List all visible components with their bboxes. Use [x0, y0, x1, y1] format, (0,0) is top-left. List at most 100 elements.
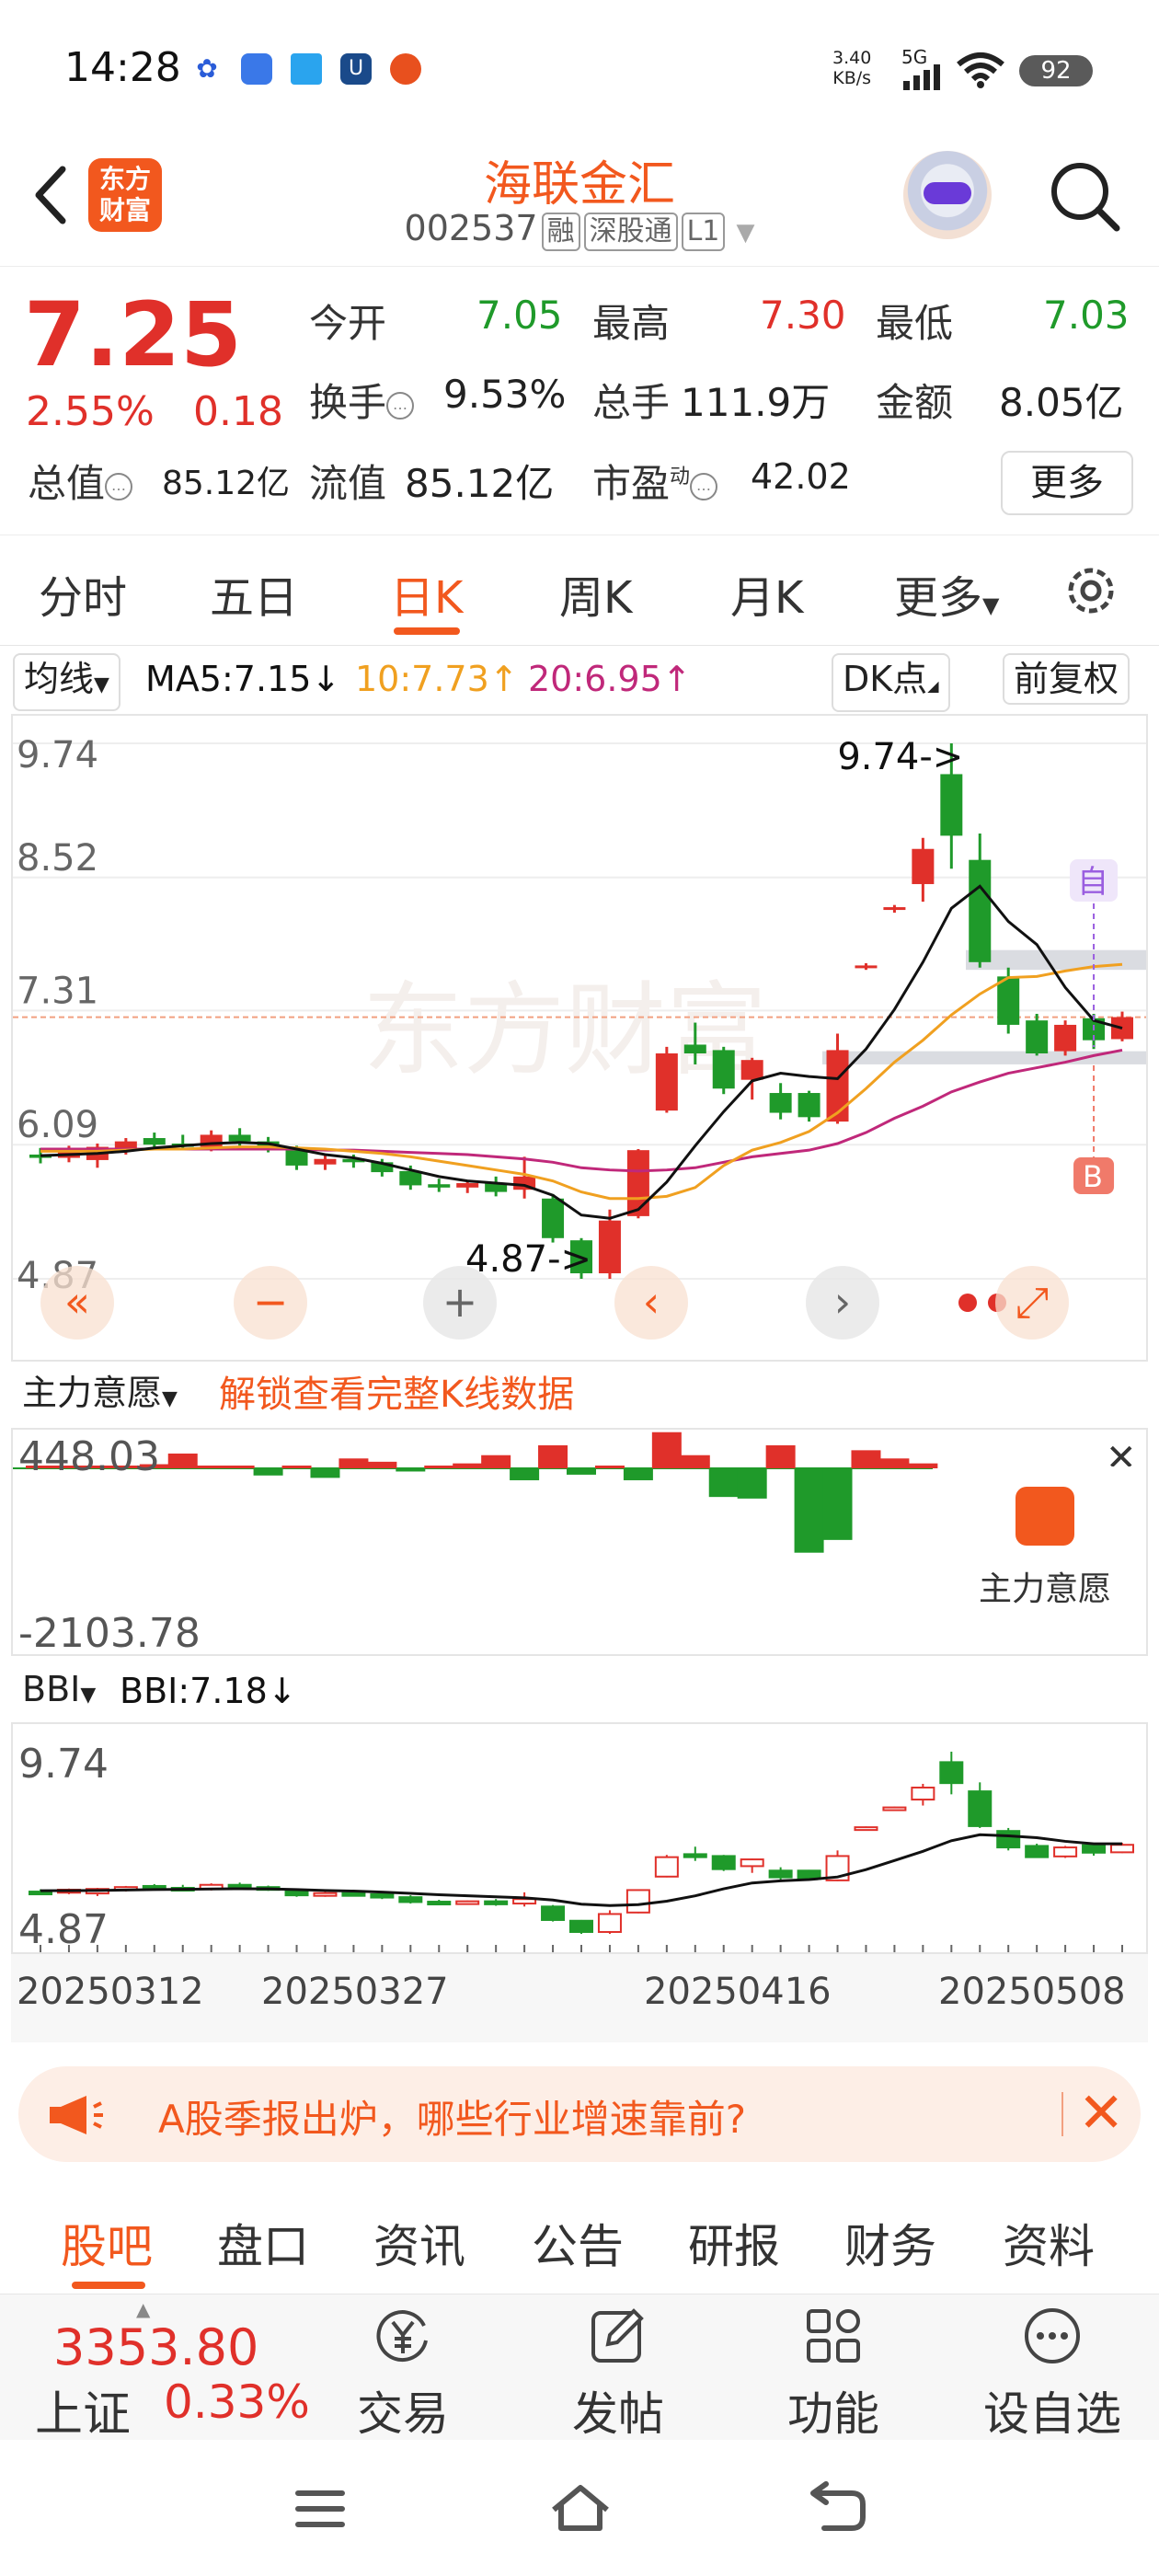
ma5-text: MA5:7.15: [145, 659, 312, 699]
turnover-value: 9.53%: [443, 372, 567, 417]
more-button[interactable]: 更多: [1001, 451, 1133, 515]
home-icon[interactable]: [548, 2480, 613, 2536]
pe-label[interactable]: 市盈动…: [592, 453, 718, 509]
flow-top-value: 448.03: [18, 1433, 160, 1480]
tab-research[interactable]: 研报: [688, 2210, 780, 2276]
flow-bar: [765, 1445, 796, 1468]
net-speed-value: 3.40: [832, 48, 872, 68]
tab-profile[interactable]: 资料: [1003, 2210, 1095, 2276]
dk-label: DK点: [843, 659, 928, 699]
flow-bar: [453, 1463, 483, 1468]
turnover-label[interactable]: 换手…: [309, 372, 415, 428]
bbi-value-text: BBI:7.18: [120, 1671, 268, 1711]
nav-add-watchlist[interactable]: 设自选: [979, 2304, 1126, 2444]
candle-body: [769, 1093, 792, 1113]
flow-chart[interactable]: 448.03 -2103.78 ✕ 主力意愿: [11, 1428, 1148, 1656]
bbi-candle-body: [1053, 1846, 1078, 1857]
flow-promo[interactable]: 主力意愿: [940, 1466, 1146, 1623]
scroll-right-button[interactable]: ›: [806, 1266, 879, 1340]
zoom-out-button[interactable]: −: [234, 1266, 307, 1340]
ma20-value: 20:6.95↑: [528, 655, 692, 703]
total-value-label[interactable]: 总值…: [28, 453, 133, 509]
turnover-label-text: 换手: [309, 380, 387, 425]
dropdown-triangle-icon: ▼: [982, 592, 1000, 618]
flow-bar: [310, 1468, 340, 1478]
flow-bar: [281, 1466, 312, 1468]
scroll-left-fast-button[interactable]: «: [40, 1266, 114, 1340]
candle-body: [143, 1138, 166, 1145]
bbi-candle-body: [541, 1905, 566, 1921]
pumpkin-app-icon: [390, 53, 421, 85]
dk-point-button[interactable]: DK点◢: [832, 653, 950, 712]
tab-announcements[interactable]: 公告: [532, 2210, 624, 2276]
stock-header: 东方财富 海联金汇 002537 融深股通 L1 ▼: [0, 138, 1159, 267]
close-icon[interactable]: ✕: [1078, 2081, 1124, 2145]
bbi-candle-body: [1082, 1844, 1107, 1854]
volume-value: 111.9万: [681, 380, 831, 425]
zoom-in-button[interactable]: +: [423, 1266, 497, 1340]
eastmoney-logo[interactable]: 东方财富: [88, 158, 162, 232]
indicator-dot: [958, 1294, 977, 1312]
bbi-top-value: 9.74: [18, 1741, 109, 1788]
signal-icon: [903, 64, 940, 90]
flow-bar: [879, 1458, 910, 1468]
quote-panel: 7.25 2.55% 0.18 今开 7.05 最高 7.30 最低 7.03 …: [0, 267, 1159, 535]
candle-body: [314, 1158, 337, 1165]
adjust-button[interactable]: 前复权: [1003, 653, 1130, 705]
tab-monthly-k[interactable]: 月K: [730, 561, 803, 626]
tab-order-book[interactable]: 盘口: [217, 2210, 309, 2276]
flow-selector-label: 主力意愿: [22, 1373, 163, 1413]
nav-functions[interactable]: 功能: [760, 2304, 907, 2444]
expand-up-icon[interactable]: ▲: [136, 2298, 150, 2320]
bbi-line: [40, 1833, 1122, 1907]
tab-daily-k[interactable]: 日K: [390, 561, 463, 626]
bbi-chart[interactable]: 9.74 4.87: [11, 1722, 1148, 1954]
tab-forum[interactable]: 股吧: [61, 2210, 153, 2276]
ma20-text: 20:6.95: [528, 659, 662, 699]
tag-stock-connect: 深股通: [583, 213, 678, 251]
news-banner[interactable]: A股季报出炉，哪些行业增速靠前? ✕: [18, 2066, 1141, 2162]
stock-code-row[interactable]: 002537 融深股通 L1 ▼: [350, 208, 809, 251]
back-arrow-icon[interactable]: [26, 158, 81, 232]
chart-control-row: « − + ‹ › ⤢: [13, 1266, 1146, 1340]
support-band: [966, 949, 1146, 971]
nav-post[interactable]: 发帖: [545, 2304, 692, 2444]
bbi-candle-body: [968, 1790, 993, 1827]
index-value[interactable]: 3353.80: [53, 2318, 258, 2376]
back-icon[interactable]: [806, 2480, 870, 2536]
status-time: 14:28: [64, 44, 181, 91]
search-icon[interactable]: [1047, 158, 1122, 234]
up-arrow-icon: ↑: [661, 659, 692, 699]
bbi-candle-body: [711, 1855, 736, 1870]
fullscreen-button[interactable]: ⤢: [995, 1266, 1069, 1340]
menu-icon[interactable]: [293, 2486, 348, 2532]
nav-trade-label: 交易: [357, 2387, 449, 2441]
tab-news[interactable]: 资讯: [373, 2210, 465, 2276]
tab-intraday[interactable]: 分时: [39, 561, 127, 626]
pe-value: 42.02: [751, 456, 851, 497]
candle-body: [1026, 1020, 1049, 1054]
nav-trade[interactable]: 交易: [329, 2304, 476, 2444]
buy-marker: B: [1083, 1159, 1103, 1194]
scroll-left-button[interactable]: ‹: [614, 1266, 688, 1340]
indicator-select-bbi[interactable]: BBI▼: [13, 1665, 105, 1719]
status-bar: 14:28 ✿ U 3.40 KB/s 5G 92: [0, 0, 1159, 138]
self-marker: 自: [1077, 864, 1108, 901]
indicator-select-ma[interactable]: 均线▼: [13, 653, 120, 711]
tab-more[interactable]: 更多▼: [894, 561, 999, 626]
unlock-kline-link[interactable]: 解锁查看完整K线数据: [219, 1371, 574, 1419]
indicator-select-flow[interactable]: 主力意愿▼: [13, 1369, 187, 1423]
flow-bar: [167, 1453, 198, 1468]
tab-five-day[interactable]: 五日: [210, 561, 298, 626]
bbi-bottom-value: 4.87: [18, 1906, 109, 1953]
high-label: 最高: [592, 301, 671, 346]
tab-financials[interactable]: 财务: [844, 2210, 936, 2276]
tab-weekly-k[interactable]: 周K: [559, 561, 632, 626]
bottom-nav: ▲ 3353.80 上证 0.33% 交易 发帖 功能 设自选: [0, 2294, 1159, 2443]
gear-icon[interactable]: [1061, 561, 1120, 620]
tab-more-label: 更多: [894, 572, 983, 624]
flow-bar: [737, 1468, 767, 1499]
candle-body: [683, 1044, 706, 1054]
robot-avatar[interactable]: [903, 151, 992, 239]
kline-chart[interactable]: 9.748.527.316.094.87东方财富9.74->4.87->自B «…: [11, 714, 1148, 1362]
